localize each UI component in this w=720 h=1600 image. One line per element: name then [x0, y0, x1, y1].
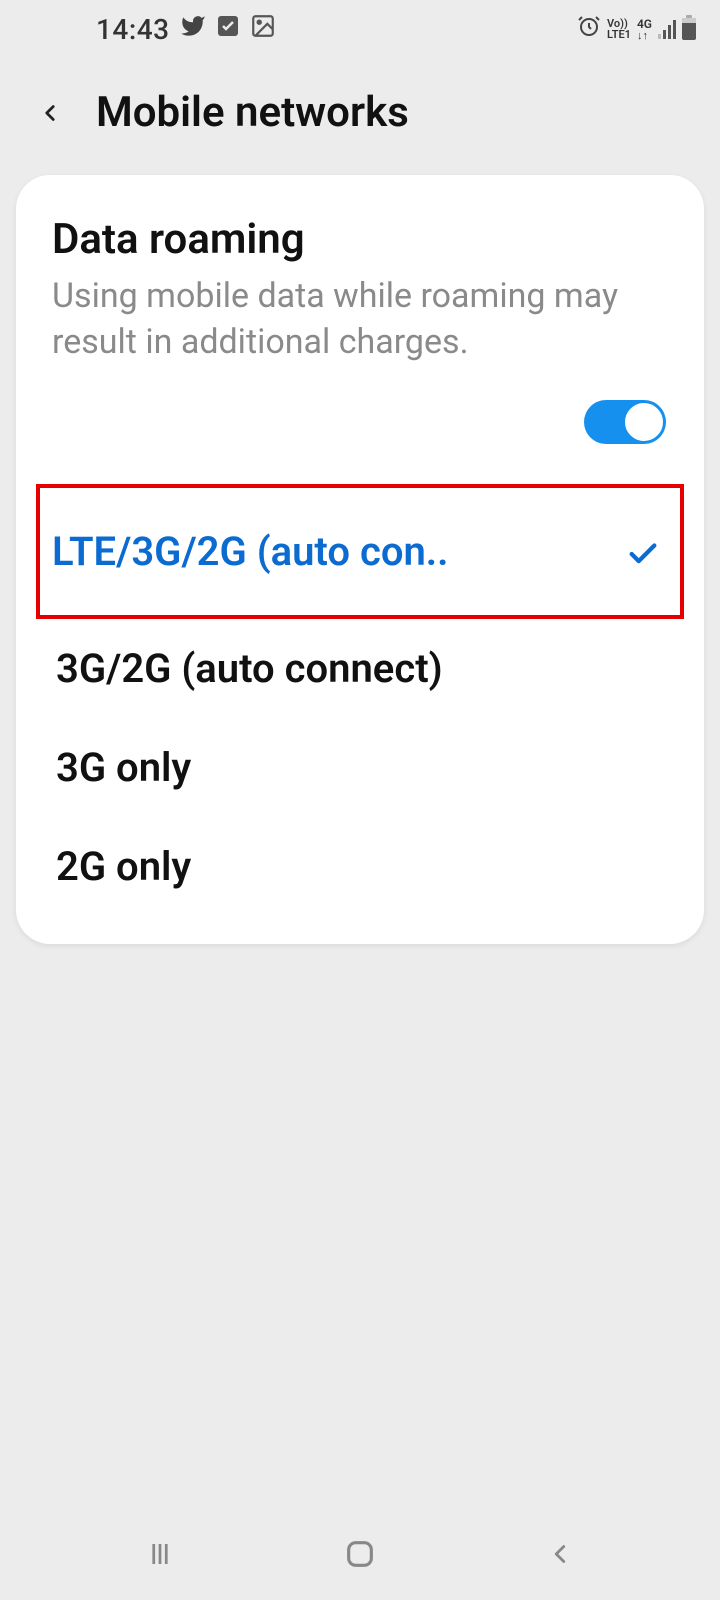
network-label: Vo)) LTE1: [607, 18, 631, 40]
data-roaming-section[interactable]: Data roaming Using mobile data while roa…: [52, 215, 668, 444]
data-roaming-toggle[interactable]: [584, 400, 666, 444]
option-label: 2G only: [56, 843, 191, 890]
checkbox-icon: [216, 14, 240, 45]
chevron-left-icon: [545, 1539, 575, 1569]
network-mode-2g-only[interactable]: 2G only: [52, 817, 668, 916]
recents-button[interactable]: [137, 1531, 183, 1577]
home-icon: [343, 1537, 377, 1571]
settings-card: Data roaming Using mobile data while roa…: [16, 175, 704, 944]
page-title: Mobile networks: [96, 88, 409, 137]
status-time: 14:43: [96, 13, 170, 46]
status-left: 14:43: [96, 13, 276, 46]
status-bar: 14:43 Vo)) LTE1 4G ↓↑: [0, 0, 720, 58]
option-label: LTE/3G/2G (auto con..: [52, 528, 449, 575]
image-icon: [250, 13, 276, 46]
data-roaming-description: Using mobile data while roaming may resu…: [52, 274, 668, 366]
navigation-bar: [0, 1522, 720, 1600]
option-label: 3G/2G (auto connect): [56, 645, 443, 692]
header: Mobile networks: [0, 58, 720, 175]
data-roaming-title: Data roaming: [52, 215, 668, 264]
recents-icon: [145, 1539, 175, 1569]
battery-icon: [682, 18, 696, 40]
signal-icon: [658, 19, 676, 39]
status-right: Vo)) LTE1 4G ↓↑: [577, 14, 696, 45]
network-mode-3g-2g[interactable]: 3G/2G (auto connect): [52, 619, 668, 718]
twitter-icon: [180, 13, 206, 46]
network-mode-lte-3g-2g[interactable]: LTE/3G/2G (auto con..: [36, 484, 684, 619]
home-button[interactable]: [337, 1531, 383, 1577]
option-label: 3G only: [56, 744, 191, 791]
network-mode-3g-only[interactable]: 3G only: [52, 718, 668, 817]
back-button[interactable]: [30, 93, 70, 133]
nav-back-button[interactable]: [537, 1531, 583, 1577]
check-icon: [626, 534, 660, 568]
alarm-icon: [577, 14, 601, 45]
network-mode-options: LTE/3G/2G (auto con.. 3G/2G (auto connec…: [52, 484, 668, 916]
chevron-left-icon: [37, 93, 63, 133]
toggle-knob: [623, 401, 665, 443]
network-gen: 4G ↓↑: [637, 18, 652, 41]
